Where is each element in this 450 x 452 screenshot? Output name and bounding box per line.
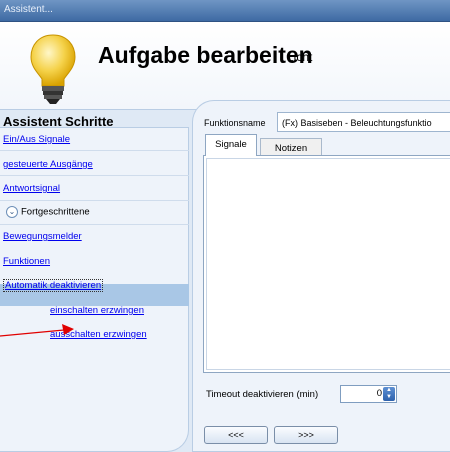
red-arrow-icon — [0, 324, 74, 337]
signals-list[interactable] — [206, 158, 450, 370]
title-bar: Assistent... — [0, 0, 450, 22]
sidebar-item-ein-aus-signale[interactable]: Ein/Aus Signale — [3, 134, 70, 145]
previous-button[interactable]: <<< — [204, 426, 268, 444]
next-button[interactable]: >>> — [274, 426, 338, 444]
sidebar-item-automatik-deaktivieren[interactable]: Automatik deaktivieren — [3, 279, 104, 292]
advanced-toggle[interactable]: ⌄ Fortgeschrittene — [6, 206, 90, 218]
page-subtitle: Licht — [287, 50, 313, 64]
sidebar-item-antwortsignal[interactable]: Antwortsignal — [3, 183, 60, 194]
sidebar-item-funktionen[interactable]: Funktionen — [3, 256, 50, 267]
timeout-label: Timeout deaktivieren (min) — [206, 389, 319, 400]
function-name-field[interactable]: (Fx) Basiseben - Beleuchtungsfunktio — [277, 112, 450, 132]
sidebar-item-bewegungsmelder[interactable]: Bewegungsmelder — [3, 231, 82, 242]
window-title: Assistent... — [4, 4, 53, 15]
sidebar-item-gesteuerte-ausgaenge[interactable]: gesteuerte Ausgänge — [3, 159, 93, 170]
divider — [0, 224, 189, 225]
tab-notizen[interactable]: Notizen — [260, 138, 322, 156]
sidebar: Assistent Schritte Ein/Aus Signale geste… — [0, 112, 189, 452]
divider — [0, 150, 189, 151]
tab-signale[interactable]: Signale — [205, 134, 257, 156]
advanced-label: Fortgeschrittene — [21, 206, 90, 218]
sidebar-item-label: Automatik deaktivieren — [3, 279, 104, 292]
sidebar-title: Assistent Schritte — [3, 114, 114, 129]
assistant-window: Assistent... Aufgabe bearbeiten Licht As… — [0, 0, 450, 452]
divider — [0, 200, 189, 201]
page-title: Aufgabe bearbeiten — [98, 42, 313, 68]
chevron-down-icon: ⌄ — [6, 206, 18, 218]
light-bulb-icon — [30, 34, 76, 104]
header: Aufgabe bearbeiten Licht — [0, 22, 450, 110]
spinner-arrows-icon[interactable]: ▲ ▼ — [383, 387, 395, 401]
sidebar-item-einschalten-erzwingen[interactable]: einschalten erzwingen — [50, 305, 144, 316]
function-name-label: Funktionsname — [204, 118, 266, 128]
divider — [0, 175, 189, 176]
